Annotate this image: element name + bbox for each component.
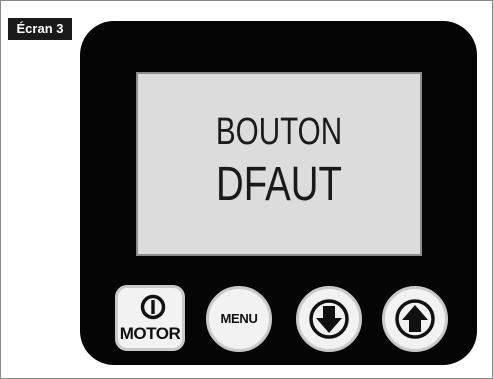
arrow-down-icon xyxy=(309,299,349,339)
menu-button-label: MENU xyxy=(220,311,258,326)
figure-frame: Écran 3 BOUTON DFAUT MOTOR MENU xyxy=(0,0,493,379)
lcd-display: BOUTON DFAUT xyxy=(136,72,422,256)
power-icon xyxy=(140,294,166,320)
motor-button-label: MOTOR xyxy=(119,324,181,343)
up-button[interactable] xyxy=(382,286,448,352)
arrow-up-icon xyxy=(395,299,435,339)
screen-label: Écran 3 xyxy=(8,18,72,40)
control-panel: BOUTON DFAUT MOTOR MENU xyxy=(80,21,477,365)
display-line-2: DFAUT xyxy=(216,158,342,211)
display-line-1: BOUTON xyxy=(215,111,343,153)
menu-button[interactable]: MENU xyxy=(206,286,272,352)
down-button[interactable] xyxy=(296,286,362,352)
motor-button[interactable]: MOTOR xyxy=(115,285,185,351)
